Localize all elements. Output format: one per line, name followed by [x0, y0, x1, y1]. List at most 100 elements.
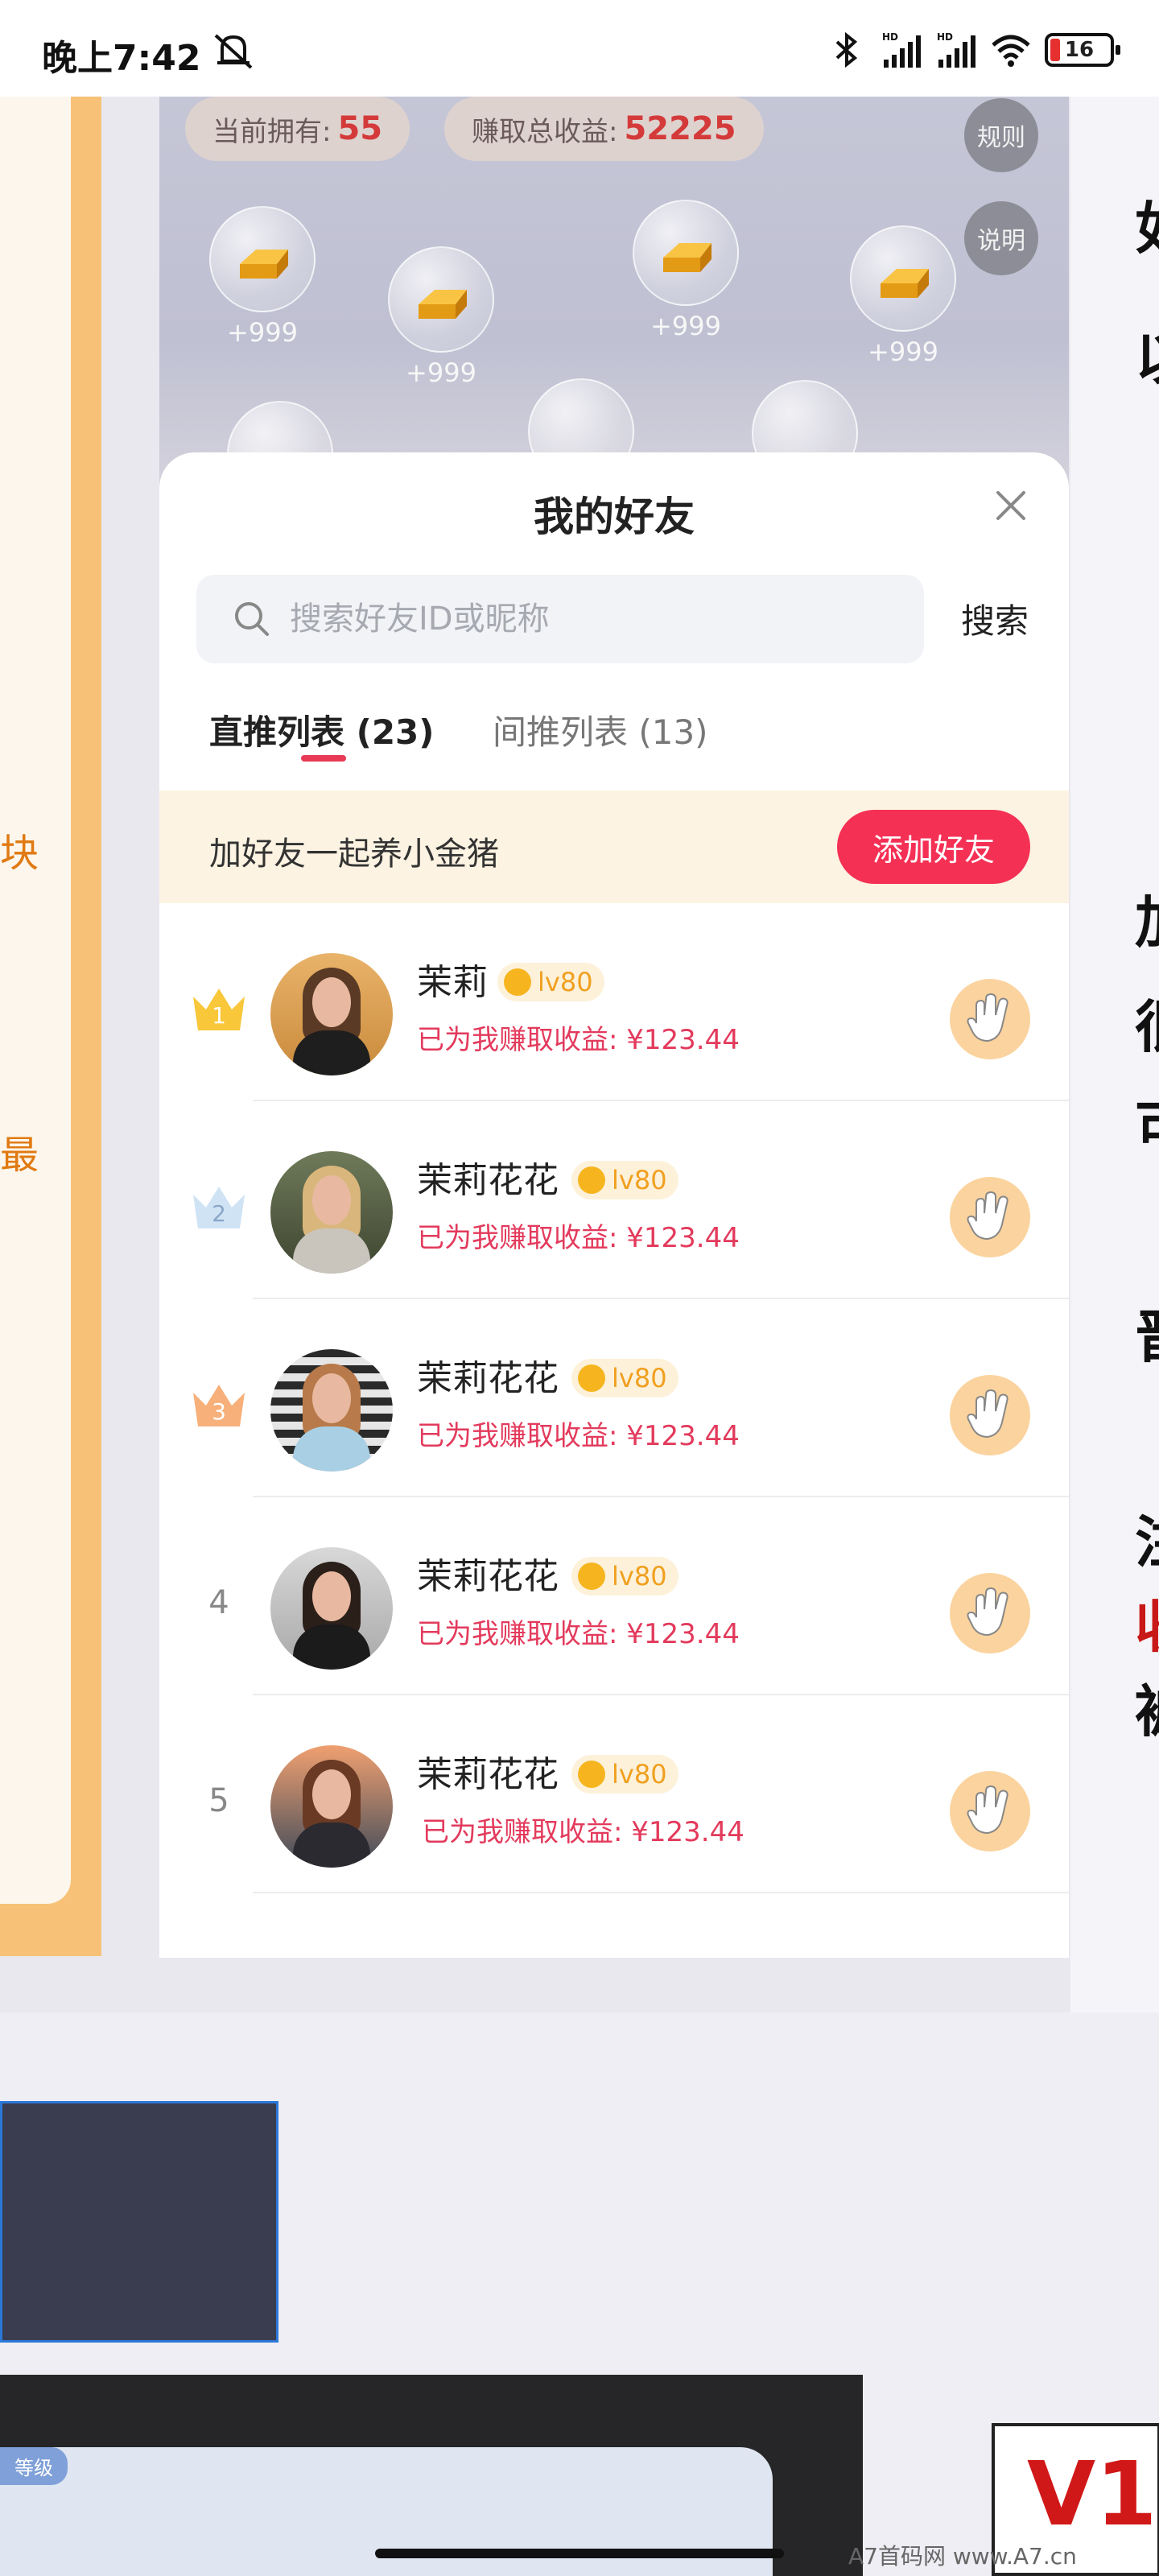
background-text: 可: [1135, 1083, 1159, 1164]
background-left-inner: [0, 89, 71, 1904]
background-text: 如: [1135, 184, 1159, 265]
my-friends-modal: 我的好友 搜索 直推列表 (23) 间推列表 (13) 加好友一起养小金猪 添加…: [159, 452, 1069, 1958]
level-badge: lv80: [571, 1359, 678, 1397]
glove-button[interactable]: [950, 1375, 1030, 1455]
svg-text:HD: HD: [882, 31, 898, 43]
home-indicator[interactable]: [375, 2549, 784, 2558]
search-box: [196, 575, 924, 663]
gold-bar-icon: [419, 290, 467, 319]
bubble-value: +999: [406, 357, 476, 388]
close-icon[interactable]: [987, 481, 1035, 530]
friend-name: 茉莉花花: [417, 1556, 559, 1597]
glove-icon: [967, 1587, 1008, 1637]
avatar: [270, 1547, 393, 1670]
rank-number: 1: [212, 1001, 226, 1029]
rules-button[interactable]: 规则: [964, 98, 1038, 172]
search-button[interactable]: 搜索: [961, 594, 1029, 643]
friend-name: 茉莉花花: [417, 1358, 559, 1399]
rank-badge: 1: [190, 982, 248, 1035]
gold-bubble[interactable]: [388, 246, 494, 353]
background-text: 加: [1135, 877, 1159, 959]
banner-text: 加好友一起养小金猪: [209, 836, 499, 873]
search-input[interactable]: [290, 601, 853, 638]
background-text: 晋: [1135, 1292, 1159, 1373]
level-badge: lv80: [571, 1557, 678, 1596]
rank-number: 2: [212, 1199, 226, 1227]
friend-earnings: 已为我赚取收益: ¥123.44: [422, 1816, 744, 1848]
level-badge: lv80: [571, 1161, 678, 1199]
watermark: A7首码网 www.A7.cn: [848, 2543, 1077, 2570]
status-time: 晚上7:42: [42, 38, 201, 79]
level-badge: lv80: [571, 1755, 678, 1794]
game-panel: 当前拥有: 55 赚取总收益: 52225 规则 说明 +999 +999 +9…: [159, 89, 1069, 507]
avatar: [270, 1151, 393, 1274]
friend-earnings: 已为我赚取收益: ¥123.44: [417, 1420, 740, 1452]
status-icons: HD HD 16: [826, 27, 1120, 72]
glove-button[interactable]: [950, 1573, 1030, 1653]
bubble-value: +999: [650, 311, 721, 341]
glove-icon: [967, 1785, 1008, 1835]
add-friend-button[interactable]: 添加好友: [837, 810, 1030, 884]
search-icon: [235, 602, 269, 636]
friend-row[interactable]: 2 茉莉花花 lv80 已为我赚取收益: ¥123.44: [159, 1101, 1069, 1299]
rank-badge: 5: [190, 1774, 248, 1827]
background-text: 块: [0, 831, 39, 876]
coin-icon: [578, 1364, 605, 1392]
battery-level: 16: [1064, 38, 1095, 62]
glove-icon: [967, 1389, 1008, 1439]
friend-earnings: 已为我赚取收益: ¥123.44: [417, 1618, 740, 1650]
coin-icon: [578, 1761, 605, 1788]
avatar: [270, 1745, 393, 1868]
friend-earnings: 已为我赚取收益: ¥123.44: [417, 1222, 740, 1254]
gold-bubble[interactable]: [209, 206, 316, 312]
gold-bubble[interactable]: [850, 225, 956, 332]
total-earnings-label: 赚取总收益:: [472, 115, 618, 148]
rank-badge: 3: [190, 1378, 248, 1431]
background-level-badge: 等级: [0, 2447, 68, 2485]
friend-name: 茉莉花花: [417, 1754, 559, 1795]
friend-earnings: 已为我赚取收益: ¥123.44: [417, 1024, 740, 1056]
glove-button[interactable]: [950, 979, 1030, 1059]
level-text: lv80: [612, 1759, 667, 1790]
level-badge: lv80: [497, 963, 604, 1001]
row-divider: [253, 1892, 1069, 1893]
bubble-value: +999: [868, 336, 938, 367]
tab-direct-list[interactable]: 直推列表 (23): [209, 705, 434, 754]
current-owned-value: 55: [337, 110, 383, 147]
glove-button[interactable]: [950, 1177, 1030, 1257]
coin-icon: [504, 968, 531, 996]
signal-1-icon: HD: [882, 31, 921, 68]
friend-row[interactable]: 5 茉莉花花 lv80 已为我赚取收益: ¥123.44: [159, 1695, 1069, 1893]
background-text: 最: [0, 1133, 39, 1178]
glove-button[interactable]: [950, 1771, 1030, 1852]
wifi-icon: [992, 35, 1030, 67]
glove-icon: [967, 993, 1008, 1042]
friend-row[interactable]: 3 茉莉花花 lv80 已为我赚取收益: ¥123.44: [159, 1299, 1069, 1497]
background-text: 被: [1135, 1666, 1159, 1748]
friend-row[interactable]: 1 茉莉 lv80 已为我赚取收益: ¥123.44: [159, 903, 1069, 1101]
explain-button[interactable]: 说明: [964, 201, 1038, 275]
background-text: 注: [1135, 1497, 1159, 1579]
mute-bell-icon: [214, 34, 253, 69]
modal-title: 我的好友: [534, 493, 695, 540]
level-text: lv80: [612, 1363, 667, 1393]
coin-icon: [578, 1166, 605, 1194]
battery-icon: 16: [1045, 33, 1120, 67]
rank-badge: 4: [190, 1576, 248, 1629]
gold-bubble[interactable]: [633, 200, 739, 306]
invite-banner: 加好友一起养小金猪 添加好友: [159, 791, 1069, 903]
gold-bar-icon: [240, 250, 288, 279]
level-text: lv80: [538, 967, 593, 997]
avatar: [270, 953, 393, 1075]
active-tab-indicator: [301, 755, 346, 762]
tab-indirect-list[interactable]: 间推列表 (13): [493, 705, 708, 754]
friend-row[interactable]: 4 茉莉花花 lv80 已为我赚取收益: ¥123.44: [159, 1497, 1069, 1695]
bubble-value: +999: [227, 317, 298, 348]
avatar: [270, 1349, 393, 1472]
friend-name: 茉莉: [417, 962, 488, 1003]
glove-icon: [967, 1191, 1008, 1241]
background-dark-panel: [0, 2101, 278, 2343]
svg-text:HD: HD: [937, 31, 953, 43]
friends-list: 1 茉莉 lv80 已为我赚取收益: ¥123.44 2 茉莉花花 lv80 已…: [159, 903, 1069, 1893]
rank-number: 4: [208, 1584, 229, 1621]
